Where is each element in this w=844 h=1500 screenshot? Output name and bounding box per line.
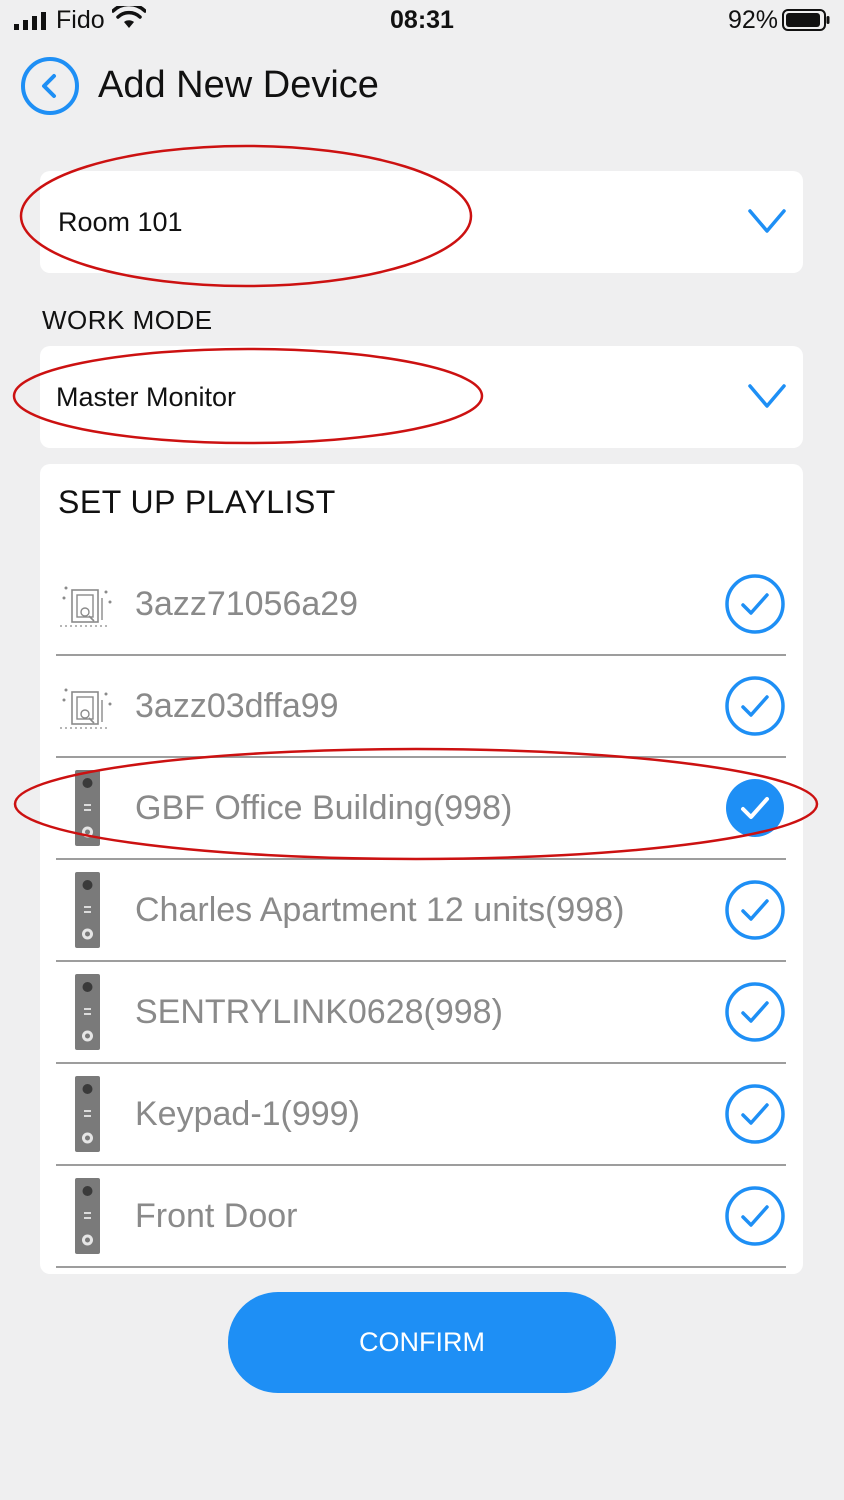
playlist-card: SET UP PLAYLIST 3azz71056a29 3azz03dffa99… [40, 464, 803, 1274]
playlist-item-label: Front Door [135, 1197, 298, 1235]
monitor-device-icon [56, 682, 116, 734]
playlist-item[interactable]: GBF Office Building(998) [56, 758, 786, 860]
back-arrow-icon [21, 57, 79, 115]
unchecked-circle-icon[interactable] [724, 981, 786, 1043]
doorbell-device-icon [56, 1076, 116, 1152]
playlist-item[interactable]: 3azz03dffa99 [56, 656, 786, 758]
playlist-item-label: SENTRYLINK0628(998) [135, 993, 503, 1031]
doorbell-device-icon [56, 872, 116, 948]
room-select[interactable]: Room 101 [40, 171, 803, 273]
room-select-value: Room 101 [58, 207, 183, 237]
unchecked-circle-icon[interactable] [724, 573, 786, 635]
confirm-button[interactable]: CONFIRM [228, 1292, 616, 1393]
doorbell-device-icon [56, 1178, 116, 1254]
back-button[interactable] [20, 56, 80, 116]
playlist-item[interactable]: Charles Apartment 12 units(998) [56, 860, 786, 962]
playlist-item[interactable]: 3azz71056a29 [56, 554, 786, 656]
playlist-item-label: Keypad-1(999) [135, 1095, 360, 1133]
status-bar: Fido 08:31 92% [0, 0, 844, 42]
checked-circle-icon[interactable] [724, 777, 786, 839]
unchecked-circle-icon[interactable] [724, 879, 786, 941]
chevron-down-icon [748, 209, 786, 233]
status-time: 08:31 [390, 6, 454, 34]
work-mode-value: Master Monitor [56, 382, 237, 412]
playlist-item-label: Charles Apartment 12 units(998) [135, 891, 625, 929]
unchecked-circle-icon[interactable] [724, 1083, 786, 1145]
playlist-item[interactable]: SENTRYLINK0628(998) [56, 962, 786, 1064]
unchecked-circle-icon[interactable] [724, 675, 786, 737]
playlist-item[interactable]: Keypad-1(999) [56, 1064, 786, 1166]
doorbell-device-icon [56, 974, 116, 1050]
page-title: Add New Device [98, 64, 379, 106]
playlist-item-label: GBF Office Building(998) [135, 789, 513, 827]
work-mode-select[interactable]: Master Monitor [40, 346, 803, 448]
unchecked-circle-icon[interactable] [724, 1185, 786, 1247]
battery-icon [782, 9, 830, 31]
playlist-item[interactable]: Front Door [56, 1166, 786, 1268]
chevron-down-icon [748, 384, 786, 408]
playlist-item-label: 3azz71056a29 [135, 585, 359, 623]
monitor-device-icon [56, 580, 116, 632]
playlist-item-label: 3azz03dffa99 [135, 687, 339, 725]
battery-percentage: 92% [727, 6, 778, 34]
playlist-title: SET UP PLAYLIST [58, 484, 336, 520]
work-mode-label: WORK MODE [42, 305, 213, 335]
doorbell-device-icon [56, 770, 116, 846]
